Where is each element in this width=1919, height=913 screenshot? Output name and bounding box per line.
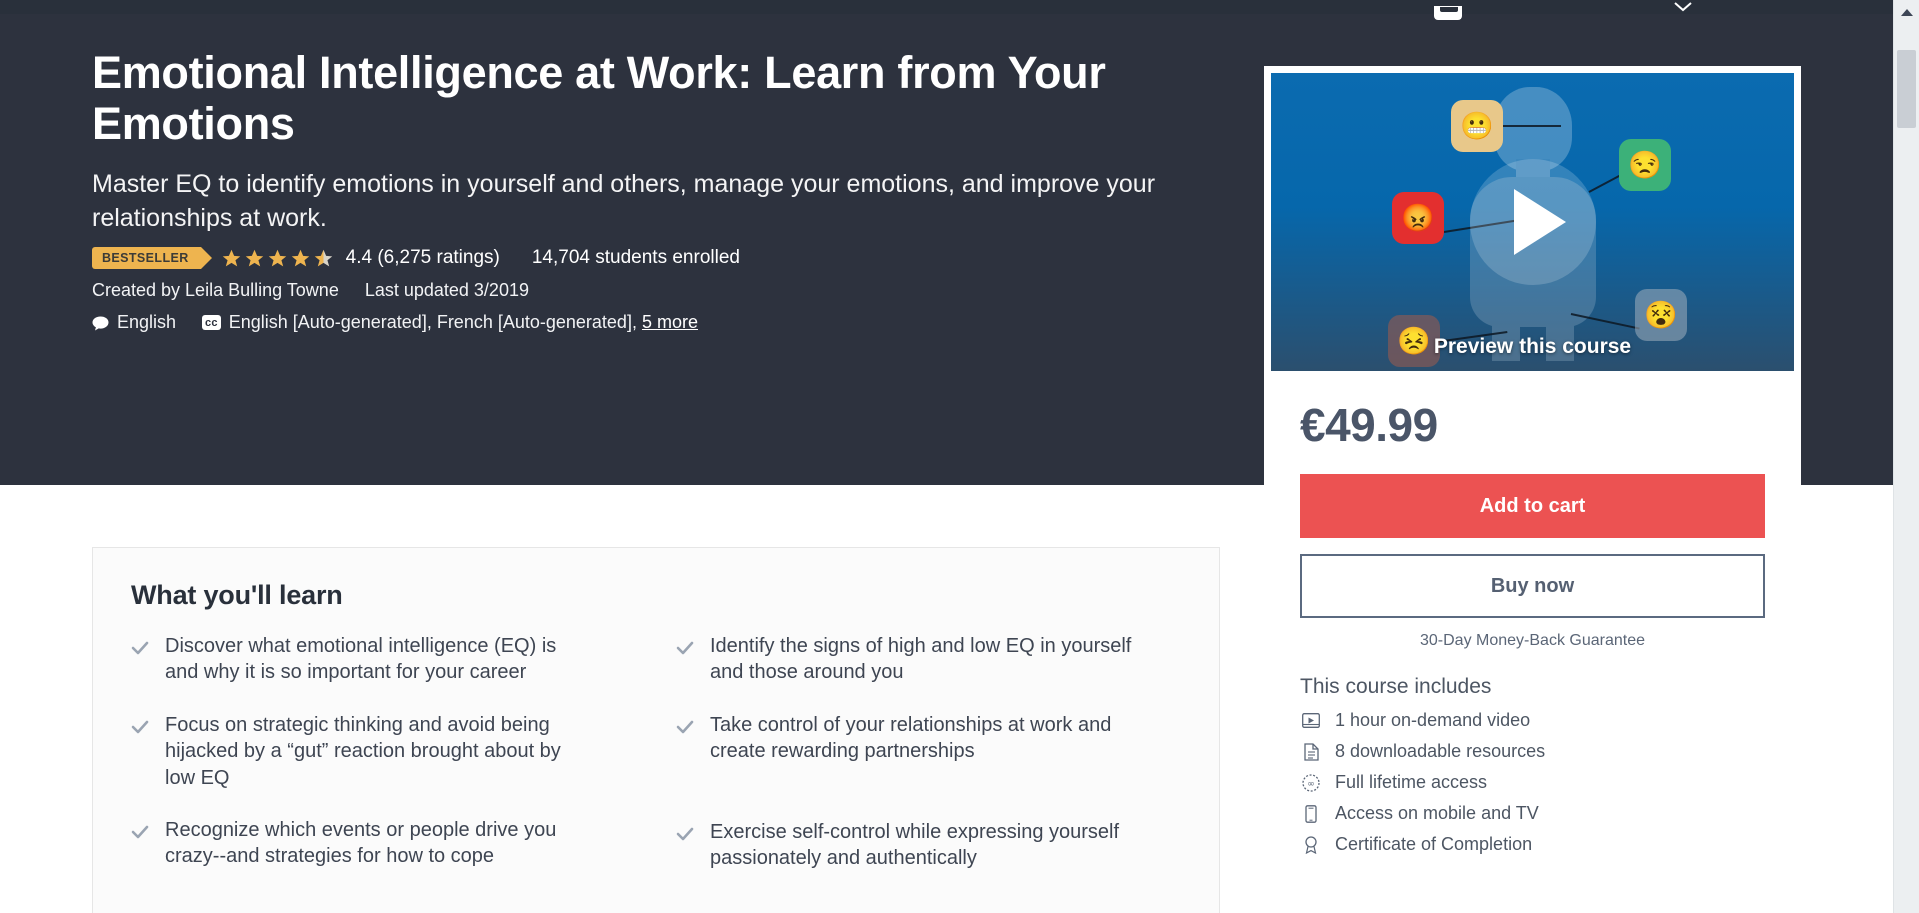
- learn-item-text: Exercise self-control while expressing y…: [710, 820, 1120, 869]
- svg-text:∞: ∞: [1307, 779, 1315, 789]
- list-item: Identify the signs of high and low EQ in…: [676, 633, 1179, 686]
- purchase-card: 😬 😒 😡 😵 😣 Preview this course €49.99 Add…: [1264, 66, 1801, 870]
- scroll-up-arrow-icon[interactable]: [1894, 0, 1919, 26]
- learn-column-right: Identify the signs of high and low EQ in…: [676, 633, 1179, 897]
- closed-caption-icon: cc: [202, 315, 221, 331]
- includes-label: 1 hour on-demand video: [1335, 710, 1531, 730]
- language-row: English cc English [Auto-generated], Fre…: [92, 312, 1212, 333]
- list-item: ∞ Full lifetime access: [1300, 767, 1801, 798]
- list-item: Exercise self-control while expressing y…: [676, 819, 1179, 872]
- star-icon: [245, 249, 263, 267]
- check-icon: [131, 641, 149, 655]
- list-item: Certificate of Completion: [1300, 829, 1801, 860]
- connector-line: [1503, 125, 1561, 127]
- page-viewport: Emotional Intelligence at Work: Learn fr…: [0, 0, 1919, 913]
- list-item: 8 downloadable resources: [1300, 736, 1801, 767]
- rating-stars: [221, 248, 336, 269]
- learn-item-text: Recognize which events or people drive y…: [165, 818, 557, 868]
- byline-row: Created by Leila Bulling Towne Last upda…: [92, 280, 1212, 301]
- buy-now-button[interactable]: Buy now: [1300, 554, 1765, 618]
- speech-bubble-icon: [92, 315, 109, 331]
- what-you-will-learn-box: What you'll learn Discover what emotiona…: [92, 547, 1220, 913]
- check-icon: [131, 825, 149, 839]
- play-icon[interactable]: [1469, 159, 1596, 285]
- emoji-angry-icon: 😡: [1392, 192, 1444, 244]
- learn-item-text: Take control of your relationships at wo…: [710, 713, 1112, 763]
- spoken-language: English: [117, 312, 177, 333]
- list-item: Access on mobile and TV: [1300, 798, 1801, 829]
- scrollbar-thumb[interactable]: [1897, 50, 1916, 128]
- includes-label: Full lifetime access: [1335, 772, 1488, 792]
- learn-item-text: Identify the signs of high and low EQ in…: [710, 635, 1132, 684]
- star-icon: [222, 249, 240, 267]
- last-updated: Last updated 3/2019: [364, 280, 529, 301]
- infinity-clock-icon: ∞: [1300, 773, 1322, 793]
- check-icon: [676, 720, 694, 734]
- list-item: 1 hour on-demand video: [1300, 705, 1801, 736]
- learn-heading: What you'll learn: [131, 580, 343, 610]
- star-half-icon: [314, 249, 332, 267]
- includes-heading: This course includes: [1300, 675, 1492, 698]
- includes-label: Certificate of Completion: [1335, 834, 1533, 854]
- emoji-unamused-icon: 😒: [1619, 139, 1671, 191]
- captions-more-link[interactable]: 5 more: [642, 312, 698, 333]
- learn-item-text: Discover what emotional intelligence (EQ…: [165, 635, 557, 684]
- list-item: Recognize which events or people drive y…: [131, 817, 634, 870]
- star-icon: [291, 249, 309, 267]
- list-item: Focus on strategic thinking and avoid be…: [131, 712, 634, 791]
- students-enrolled: 14,704 students enrolled: [531, 247, 740, 269]
- includes-label: 8 downloadable resources: [1335, 741, 1546, 761]
- star-icon: [268, 249, 286, 267]
- list-item: Take control of your relationships at wo…: [676, 712, 1179, 765]
- video-icon: [1300, 711, 1322, 731]
- preview-label: Preview this course: [1433, 335, 1632, 358]
- page-title: Emotional Intelligence at Work: Learn fr…: [92, 47, 1106, 149]
- includes-label: Access on mobile and TV: [1335, 803, 1539, 823]
- document-icon: [1300, 742, 1322, 762]
- course-includes-list: 1 hour on-demand video 8 downloadable re…: [1300, 705, 1801, 860]
- emoji-grimacing-icon: 😬: [1451, 100, 1503, 152]
- check-icon: [131, 720, 149, 734]
- check-icon: [676, 827, 694, 840]
- course-meta-row: BESTSELLER 4.4 (6,275 ratings) 14,704 st…: [92, 247, 1212, 270]
- captions-list: English [Auto-generated], French [Auto-g…: [228, 312, 637, 333]
- rating-text: 4.4 (6,275 ratings): [345, 247, 500, 269]
- chevron-down-icon[interactable]: [1674, 2, 1692, 12]
- emoji-dizzy-icon: 😵: [1635, 289, 1687, 341]
- learn-column-left: Discover what emotional intelligence (EQ…: [131, 633, 634, 897]
- learn-item-text: Focus on strategic thinking and avoid be…: [165, 713, 561, 789]
- list-item: Discover what emotional intelligence (EQ…: [131, 633, 634, 686]
- shopping-cart-icon[interactable]: [1434, 6, 1462, 20]
- mobile-icon: [1300, 804, 1322, 824]
- add-to-cart-button[interactable]: Add to cart: [1300, 474, 1765, 538]
- course-price: €49.99: [1300, 399, 1438, 451]
- course-subtitle: Master EQ to identify emotions in yourse…: [92, 169, 1156, 232]
- page-scrollbar[interactable]: [1893, 0, 1919, 913]
- certificate-icon: [1300, 835, 1322, 855]
- money-back-guarantee: 30-Day Money-Back Guarantee: [1420, 632, 1645, 649]
- course-preview-thumbnail[interactable]: 😬 😒 😡 😵 😣 Preview this course: [1271, 73, 1794, 371]
- top-navigation-strip: [0, 0, 1893, 20]
- check-icon: [676, 641, 694, 655]
- status-badge: BESTSELLER: [92, 247, 212, 270]
- course-author[interactable]: Created by Leila Bulling Towne: [92, 280, 339, 301]
